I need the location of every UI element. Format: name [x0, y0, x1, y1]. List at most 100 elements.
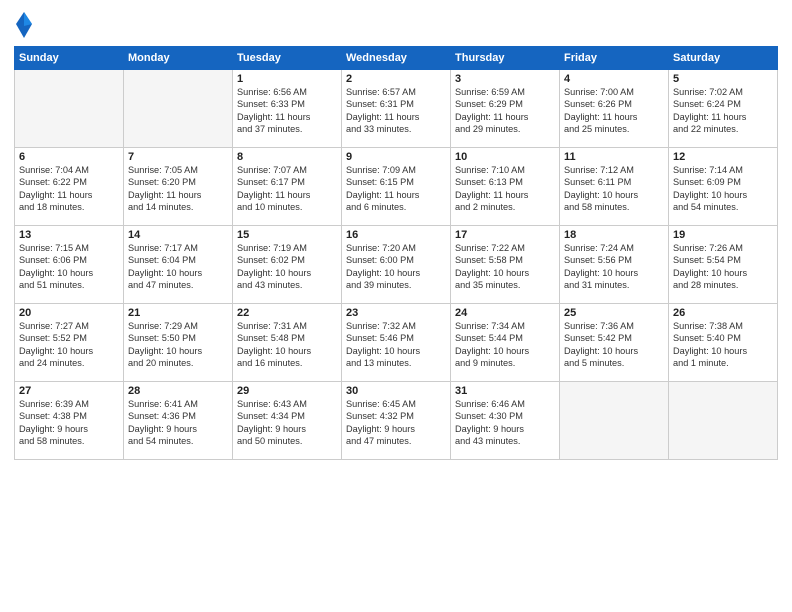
day-detail: Sunrise: 7:15 AM Sunset: 6:06 PM Dayligh…: [19, 242, 119, 292]
day-detail: Sunrise: 7:10 AM Sunset: 6:13 PM Dayligh…: [455, 164, 555, 214]
day-detail: Sunrise: 6:56 AM Sunset: 6:33 PM Dayligh…: [237, 86, 337, 136]
day-detail: Sunrise: 7:24 AM Sunset: 5:56 PM Dayligh…: [564, 242, 664, 292]
calendar-cell: [124, 70, 233, 148]
day-detail: Sunrise: 7:05 AM Sunset: 6:20 PM Dayligh…: [128, 164, 228, 214]
day-detail: Sunrise: 7:19 AM Sunset: 6:02 PM Dayligh…: [237, 242, 337, 292]
day-number: 17: [455, 229, 555, 241]
day-number: 20: [19, 307, 119, 319]
day-number: 25: [564, 307, 664, 319]
calendar-cell: 17Sunrise: 7:22 AM Sunset: 5:58 PM Dayli…: [451, 226, 560, 304]
day-number: 4: [564, 73, 664, 85]
calendar-cell: 16Sunrise: 7:20 AM Sunset: 6:00 PM Dayli…: [342, 226, 451, 304]
calendar-cell: 10Sunrise: 7:10 AM Sunset: 6:13 PM Dayli…: [451, 148, 560, 226]
calendar-cell: 27Sunrise: 6:39 AM Sunset: 4:38 PM Dayli…: [15, 382, 124, 460]
day-number: 28: [128, 385, 228, 397]
day-number: 3: [455, 73, 555, 85]
day-detail: Sunrise: 7:27 AM Sunset: 5:52 PM Dayligh…: [19, 320, 119, 370]
weekday-header-monday: Monday: [124, 47, 233, 70]
day-detail: Sunrise: 7:29 AM Sunset: 5:50 PM Dayligh…: [128, 320, 228, 370]
logo: [14, 10, 36, 40]
calendar-cell: 1Sunrise: 6:56 AM Sunset: 6:33 PM Daylig…: [233, 70, 342, 148]
day-detail: Sunrise: 6:43 AM Sunset: 4:34 PM Dayligh…: [237, 398, 337, 448]
day-number: 26: [673, 307, 773, 319]
weekday-header-wednesday: Wednesday: [342, 47, 451, 70]
day-detail: Sunrise: 7:26 AM Sunset: 5:54 PM Dayligh…: [673, 242, 773, 292]
day-number: 7: [128, 151, 228, 163]
calendar-cell: 25Sunrise: 7:36 AM Sunset: 5:42 PM Dayli…: [560, 304, 669, 382]
weekday-header-sunday: Sunday: [15, 47, 124, 70]
weekday-header-thursday: Thursday: [451, 47, 560, 70]
day-detail: Sunrise: 6:59 AM Sunset: 6:29 PM Dayligh…: [455, 86, 555, 136]
day-number: 15: [237, 229, 337, 241]
weekday-header-tuesday: Tuesday: [233, 47, 342, 70]
day-number: 16: [346, 229, 446, 241]
calendar-cell: 15Sunrise: 7:19 AM Sunset: 6:02 PM Dayli…: [233, 226, 342, 304]
day-detail: Sunrise: 7:04 AM Sunset: 6:22 PM Dayligh…: [19, 164, 119, 214]
day-detail: Sunrise: 7:02 AM Sunset: 6:24 PM Dayligh…: [673, 86, 773, 136]
weekday-header-row: SundayMondayTuesdayWednesdayThursdayFrid…: [15, 47, 778, 70]
week-row-5: 27Sunrise: 6:39 AM Sunset: 4:38 PM Dayli…: [15, 382, 778, 460]
calendar-cell: 5Sunrise: 7:02 AM Sunset: 6:24 PM Daylig…: [669, 70, 778, 148]
calendar-cell: 22Sunrise: 7:31 AM Sunset: 5:48 PM Dayli…: [233, 304, 342, 382]
calendar-cell: 4Sunrise: 7:00 AM Sunset: 6:26 PM Daylig…: [560, 70, 669, 148]
day-detail: Sunrise: 7:31 AM Sunset: 5:48 PM Dayligh…: [237, 320, 337, 370]
day-number: 22: [237, 307, 337, 319]
day-detail: Sunrise: 7:22 AM Sunset: 5:58 PM Dayligh…: [455, 242, 555, 292]
calendar-cell: 24Sunrise: 7:34 AM Sunset: 5:44 PM Dayli…: [451, 304, 560, 382]
day-detail: Sunrise: 6:39 AM Sunset: 4:38 PM Dayligh…: [19, 398, 119, 448]
day-number: 31: [455, 385, 555, 397]
day-detail: Sunrise: 7:38 AM Sunset: 5:40 PM Dayligh…: [673, 320, 773, 370]
day-detail: Sunrise: 6:46 AM Sunset: 4:30 PM Dayligh…: [455, 398, 555, 448]
calendar-page: SundayMondayTuesdayWednesdayThursdayFrid…: [0, 0, 792, 612]
weekday-header-saturday: Saturday: [669, 47, 778, 70]
day-number: 8: [237, 151, 337, 163]
calendar-cell: 30Sunrise: 6:45 AM Sunset: 4:32 PM Dayli…: [342, 382, 451, 460]
calendar-cell: 14Sunrise: 7:17 AM Sunset: 6:04 PM Dayli…: [124, 226, 233, 304]
day-detail: Sunrise: 7:00 AM Sunset: 6:26 PM Dayligh…: [564, 86, 664, 136]
day-number: 2: [346, 73, 446, 85]
day-number: 13: [19, 229, 119, 241]
week-row-1: 1Sunrise: 6:56 AM Sunset: 6:33 PM Daylig…: [15, 70, 778, 148]
day-detail: Sunrise: 6:57 AM Sunset: 6:31 PM Dayligh…: [346, 86, 446, 136]
day-detail: Sunrise: 7:36 AM Sunset: 5:42 PM Dayligh…: [564, 320, 664, 370]
day-number: 5: [673, 73, 773, 85]
calendar-cell: 20Sunrise: 7:27 AM Sunset: 5:52 PM Dayli…: [15, 304, 124, 382]
calendar-cell: [15, 70, 124, 148]
day-detail: Sunrise: 7:14 AM Sunset: 6:09 PM Dayligh…: [673, 164, 773, 214]
weekday-header-friday: Friday: [560, 47, 669, 70]
day-detail: Sunrise: 7:20 AM Sunset: 6:00 PM Dayligh…: [346, 242, 446, 292]
day-number: 29: [237, 385, 337, 397]
day-number: 1: [237, 73, 337, 85]
calendar-cell: 26Sunrise: 7:38 AM Sunset: 5:40 PM Dayli…: [669, 304, 778, 382]
week-row-2: 6Sunrise: 7:04 AM Sunset: 6:22 PM Daylig…: [15, 148, 778, 226]
calendar-cell: 2Sunrise: 6:57 AM Sunset: 6:31 PM Daylig…: [342, 70, 451, 148]
calendar-cell: [669, 382, 778, 460]
calendar-cell: 8Sunrise: 7:07 AM Sunset: 6:17 PM Daylig…: [233, 148, 342, 226]
day-number: 19: [673, 229, 773, 241]
logo-icon: [14, 10, 34, 40]
day-number: 12: [673, 151, 773, 163]
calendar-cell: 28Sunrise: 6:41 AM Sunset: 4:36 PM Dayli…: [124, 382, 233, 460]
calendar-cell: 31Sunrise: 6:46 AM Sunset: 4:30 PM Dayli…: [451, 382, 560, 460]
calendar-cell: 6Sunrise: 7:04 AM Sunset: 6:22 PM Daylig…: [15, 148, 124, 226]
day-detail: Sunrise: 7:17 AM Sunset: 6:04 PM Dayligh…: [128, 242, 228, 292]
day-detail: Sunrise: 7:09 AM Sunset: 6:15 PM Dayligh…: [346, 164, 446, 214]
calendar-cell: 12Sunrise: 7:14 AM Sunset: 6:09 PM Dayli…: [669, 148, 778, 226]
week-row-3: 13Sunrise: 7:15 AM Sunset: 6:06 PM Dayli…: [15, 226, 778, 304]
header: [14, 10, 778, 40]
week-row-4: 20Sunrise: 7:27 AM Sunset: 5:52 PM Dayli…: [15, 304, 778, 382]
day-detail: Sunrise: 6:41 AM Sunset: 4:36 PM Dayligh…: [128, 398, 228, 448]
day-number: 23: [346, 307, 446, 319]
calendar-cell: 29Sunrise: 6:43 AM Sunset: 4:34 PM Dayli…: [233, 382, 342, 460]
calendar-cell: 23Sunrise: 7:32 AM Sunset: 5:46 PM Dayli…: [342, 304, 451, 382]
day-number: 14: [128, 229, 228, 241]
day-number: 27: [19, 385, 119, 397]
calendar-cell: 13Sunrise: 7:15 AM Sunset: 6:06 PM Dayli…: [15, 226, 124, 304]
calendar-cell: 9Sunrise: 7:09 AM Sunset: 6:15 PM Daylig…: [342, 148, 451, 226]
day-number: 6: [19, 151, 119, 163]
day-number: 10: [455, 151, 555, 163]
day-detail: Sunrise: 6:45 AM Sunset: 4:32 PM Dayligh…: [346, 398, 446, 448]
day-detail: Sunrise: 7:34 AM Sunset: 5:44 PM Dayligh…: [455, 320, 555, 370]
day-number: 11: [564, 151, 664, 163]
day-detail: Sunrise: 7:32 AM Sunset: 5:46 PM Dayligh…: [346, 320, 446, 370]
